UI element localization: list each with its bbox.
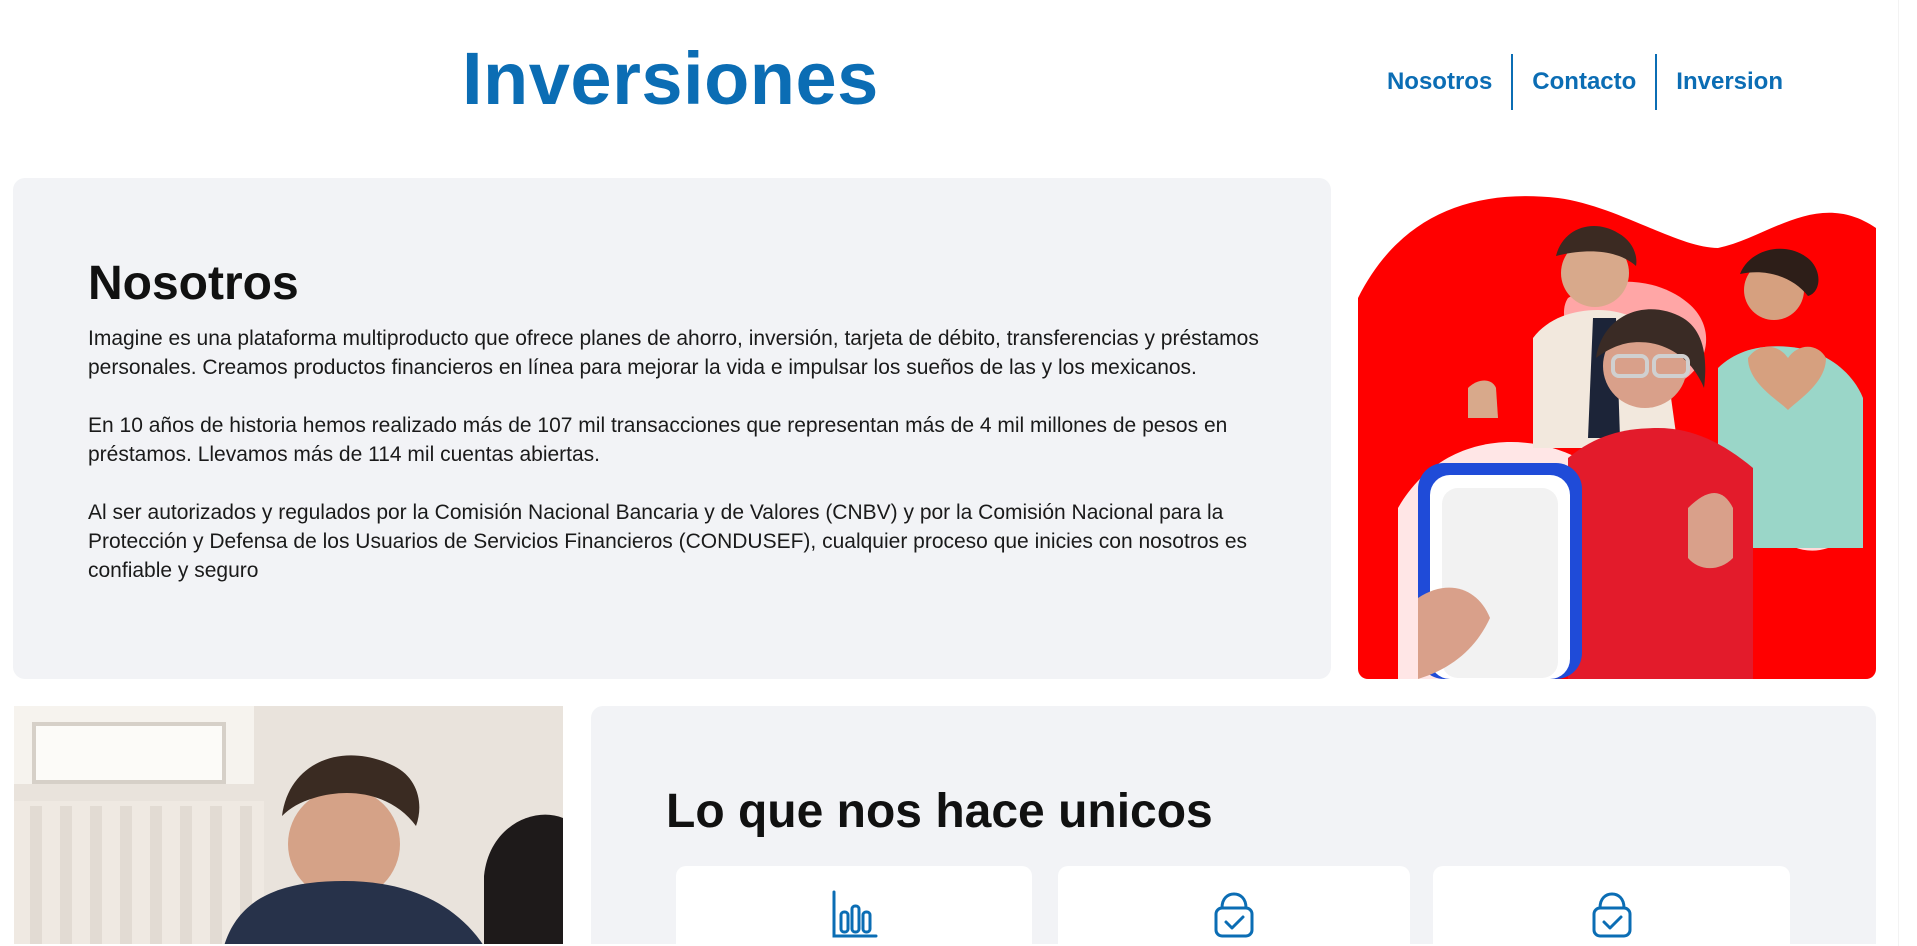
about-heading: Nosotros (88, 257, 299, 310)
photo-couple-smiling (14, 706, 563, 946)
bar-chart-icon (830, 890, 878, 940)
unique-section: Lo que nos hace unicos (591, 706, 1876, 946)
site-header: Inversiones Nosotros Contacto Inversion (0, 0, 1898, 150)
shopping-bag-check-icon (1210, 890, 1258, 940)
nav-link-nosotros[interactable]: Nosotros (1368, 54, 1511, 110)
unique-heading: Lo que nos hace unicos (666, 785, 1213, 838)
vertical-scrollbar[interactable] (1898, 0, 1917, 946)
about-text: Imagine es una plataforma multiproducto … (88, 324, 1268, 614)
top-nav: Nosotros Contacto Inversion (1368, 54, 1802, 110)
feature-card-1 (676, 866, 1032, 946)
nav-link-contacto[interactable]: Contacto (1511, 54, 1655, 110)
about-section: Nosotros Imagine es una plataforma multi… (13, 178, 1331, 679)
feature-card-2 (1058, 866, 1410, 946)
about-paragraph-1: Imagine es una plataforma multiproducto … (88, 327, 1259, 379)
site-title: Inversiones (462, 37, 879, 120)
nav-link-inversion[interactable]: Inversion (1655, 54, 1802, 110)
shopping-bag-check-icon (1588, 890, 1636, 940)
about-paragraph-2: En 10 años de historia hemos realizado m… (88, 414, 1228, 466)
phone-illustration (1418, 463, 1582, 679)
about-paragraph-3: Al ser autorizados y regulados por la Co… (88, 501, 1248, 582)
hero-image-people-with-phone (1358, 178, 1876, 679)
feature-card-3 (1433, 866, 1790, 946)
